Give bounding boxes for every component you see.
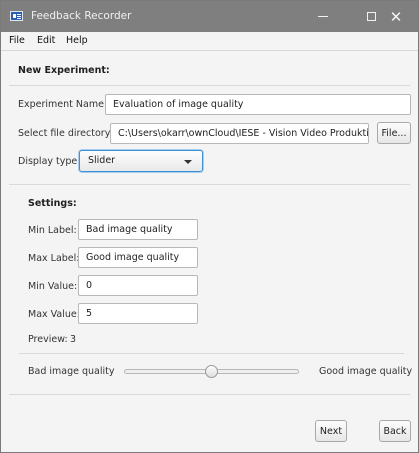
file-directory-field[interactable]: C:\Users\okarr\ownCloud\IESE - Vision Vi… (110, 123, 369, 144)
max-label-field[interactable]: Good image quality (78, 247, 198, 268)
menu-edit[interactable]: Edit (37, 35, 55, 46)
menu-file[interactable]: File (9, 35, 25, 46)
divider (9, 184, 410, 185)
new-experiment-heading: New Experiment: (18, 65, 110, 76)
minimize-button[interactable] (301, 1, 345, 32)
file-directory-label: Select file directory: (18, 128, 113, 139)
divider (9, 394, 410, 395)
min-label-label: Min Label: (28, 225, 77, 236)
experiment-name-label: Experiment Name: (18, 99, 108, 110)
window-title: Feedback Recorder (31, 10, 132, 22)
feedback-recorder-window: Feedback Recorder ✕ File Edit Help New E… (0, 0, 419, 453)
min-value-label: Min Value: (28, 281, 78, 292)
preview-label: Preview: (28, 334, 68, 345)
preview-slider-thumb[interactable] (205, 365, 218, 378)
close-button[interactable]: ✕ (374, 1, 418, 32)
divider (19, 353, 404, 354)
preview-value: 3 (70, 334, 77, 345)
menu-bar: File Edit Help (1, 32, 418, 51)
chevron-down-icon (184, 160, 192, 164)
display-type-select[interactable]: Slider (79, 150, 203, 172)
experiment-name-field[interactable]: Evaluation of image quality (105, 94, 411, 115)
back-button[interactable]: Back (379, 420, 411, 442)
slider-max-text: Good image quality (319, 366, 413, 377)
menu-help[interactable]: Help (66, 35, 88, 46)
minimize-icon (318, 16, 328, 17)
settings-heading: Settings: (28, 198, 77, 209)
app-icon (10, 11, 23, 21)
file-browse-button[interactable]: File... (377, 122, 411, 144)
display-type-label: Display type: (18, 156, 81, 167)
title-bar[interactable]: Feedback Recorder ✕ (1, 1, 418, 32)
max-value-label: Max Value: (28, 309, 80, 320)
min-value-field[interactable]: 0 (78, 275, 198, 296)
max-value-field[interactable]: 5 (78, 303, 198, 324)
slider-min-text: Bad image quality (28, 366, 115, 377)
display-type-value: Slider (88, 155, 116, 166)
min-label-field[interactable]: Bad image quality (78, 219, 198, 240)
max-label-label: Max Label: (28, 253, 80, 264)
close-icon: ✕ (389, 7, 403, 26)
next-button[interactable]: Next (315, 420, 347, 442)
divider (9, 85, 410, 86)
